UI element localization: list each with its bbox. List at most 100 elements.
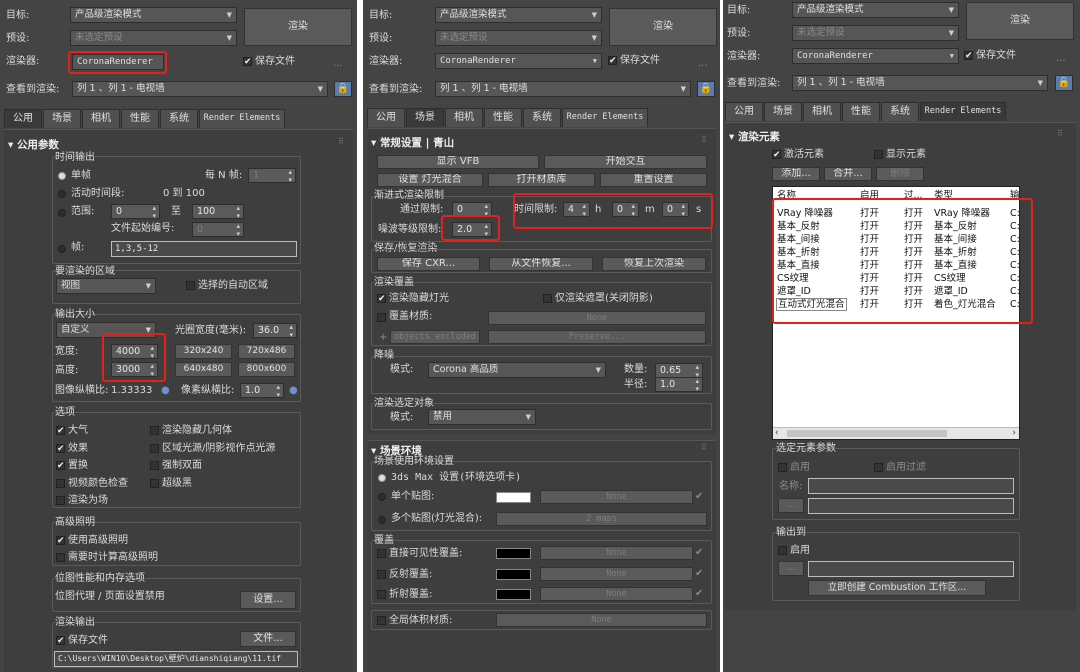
element-name-field[interactable] xyxy=(808,478,1014,494)
lock-icon[interactable]: 🔒 xyxy=(697,81,715,97)
refr-override-checkbox[interactable] xyxy=(377,590,386,599)
force-2sided-checkbox[interactable] xyxy=(150,461,159,470)
horizontal-scrollbar[interactable]: ‹ › xyxy=(773,427,1019,439)
renderer-dropdown[interactable]: CoronaRenderer ▼ xyxy=(792,48,959,64)
tab-common[interactable]: 公用 xyxy=(4,109,42,128)
enable-filter-checkbox[interactable] xyxy=(874,463,883,472)
lock-icon[interactable]: 🔒 xyxy=(1055,75,1073,91)
save-cxr-button[interactable]: 保存 CXR... xyxy=(377,257,480,271)
single-map-slot[interactable]: None xyxy=(540,490,693,504)
range-to-spinner[interactable]: 100 ▴ ▾ xyxy=(192,204,244,220)
radio-range[interactable] xyxy=(58,209,66,217)
target-dropdown[interactable]: 产品级渲染模式 ▼ xyxy=(70,7,237,23)
global-vol-slot[interactable]: None xyxy=(496,613,707,627)
target-dropdown[interactable]: 产品级渲染模式 ▼ xyxy=(792,2,959,18)
radio-multi-map[interactable] xyxy=(378,516,386,524)
more-dots[interactable]: ... xyxy=(333,58,343,70)
tab-camera[interactable]: 相机 xyxy=(445,108,483,127)
tab-performance[interactable]: 性能 xyxy=(842,102,880,121)
checkmark-icon[interactable]: ✔ xyxy=(695,588,703,600)
tab-system[interactable]: 系统 xyxy=(881,102,919,121)
area-lights-checkbox[interactable] xyxy=(150,444,159,453)
use-adv-checkbox[interactable]: ✔ xyxy=(56,536,65,546)
preset-640x480[interactable]: 640x480 xyxy=(175,362,232,377)
tab-camera[interactable]: 相机 xyxy=(82,109,120,128)
refl-override-checkbox[interactable] xyxy=(377,570,386,579)
save-file-checkbox[interactable]: ✔ xyxy=(243,57,252,67)
element-path-field[interactable] xyxy=(808,498,1014,514)
tab-common[interactable]: 公用 xyxy=(725,102,763,121)
browse-path-button[interactable]: ... xyxy=(778,498,804,513)
radio-single-map[interactable] xyxy=(378,493,386,501)
preset-dropdown[interactable]: 未选定预设 ▼ xyxy=(70,30,237,46)
displacement-checkbox[interactable]: ✔ xyxy=(56,461,65,471)
rollout-title[interactable]: ▾ 公用参数 xyxy=(8,137,59,152)
lock-px-icon[interactable]: ● xyxy=(289,385,298,397)
video-check-checkbox[interactable] xyxy=(56,479,65,488)
hidden-lights-checkbox[interactable]: ✔ xyxy=(377,294,386,304)
preset-720x486[interactable]: 720x486 xyxy=(238,344,295,359)
preset-320x240[interactable]: 320x240 xyxy=(175,344,232,359)
reset-settings-button[interactable]: 重置设置 xyxy=(600,173,707,187)
file-start-spinner[interactable]: 0 ▴ ▾ xyxy=(192,222,244,238)
refr-override-slot[interactable]: None xyxy=(540,587,693,601)
preset-dropdown[interactable]: 未选定预设 ▼ xyxy=(792,25,959,41)
super-black-checkbox[interactable] xyxy=(150,479,159,488)
mask-only-checkbox[interactable] xyxy=(543,294,552,303)
output-browse-button[interactable]: ... xyxy=(778,561,804,576)
view-dropdown[interactable]: 列 1 、列 1 - 电视墙 ▼ xyxy=(435,81,691,97)
output-enable-checkbox[interactable] xyxy=(778,546,787,555)
hidden-geo-checkbox[interactable] xyxy=(150,426,159,435)
tab-camera[interactable]: 相机 xyxy=(803,102,841,121)
range-from-spinner[interactable]: 0 ▴ ▾ xyxy=(111,204,160,220)
save-file-checkbox[interactable]: ✔ xyxy=(608,56,617,66)
lock-icon[interactable]: 🔒 xyxy=(334,81,352,97)
tab-system[interactable]: 系统 xyxy=(523,108,561,127)
need-adv-checkbox[interactable] xyxy=(56,553,65,562)
preset-dropdown[interactable]: 未选定预设 ▼ xyxy=(435,30,602,46)
refl-override-slot[interactable]: None xyxy=(540,567,693,581)
selected-mode-dropdown[interactable]: 禁用 ▼ xyxy=(428,409,536,425)
tab-common[interactable]: 公用 xyxy=(367,108,405,127)
radius-spinner[interactable]: 1.0 ▴ ▾ xyxy=(655,377,703,393)
set-lightmix-button[interactable]: 设置 灯光混合 xyxy=(377,173,483,187)
render-button[interactable]: 渲染 xyxy=(244,8,352,46)
view-dropdown[interactable]: 列 1 、列 1 - 电视墙 ▼ xyxy=(72,81,328,97)
checkmark-icon[interactable]: ✔ xyxy=(695,491,703,503)
more-dots[interactable]: ... xyxy=(1056,53,1066,65)
restore-file-button[interactable]: 从文件恢复... xyxy=(489,257,593,271)
arrow-right-icon[interactable]: › xyxy=(1012,428,1016,438)
plus-icon[interactable]: + xyxy=(379,332,387,344)
atmosphere-checkbox[interactable]: ✔ xyxy=(56,426,65,436)
show-vfb-button[interactable]: 显示 VFB xyxy=(377,155,539,169)
render-fields-checkbox[interactable] xyxy=(56,496,65,505)
restore-last-button[interactable]: 恢复上次渲染 xyxy=(602,257,706,271)
tab-scene[interactable]: 场景 xyxy=(764,102,802,121)
tab-render-elements[interactable]: Render Elements xyxy=(562,108,648,127)
radio-max-env[interactable] xyxy=(378,474,386,482)
checkmark-icon[interactable]: ✔ xyxy=(695,547,703,559)
tab-performance[interactable]: 性能 xyxy=(121,109,159,128)
checkmark-icon[interactable]: ✔ xyxy=(695,568,703,580)
preset-800x600[interactable]: 800x600 xyxy=(238,362,295,377)
output-path-field[interactable] xyxy=(808,561,1014,577)
auto-area-checkbox[interactable] xyxy=(186,281,195,290)
effects-checkbox[interactable]: ✔ xyxy=(56,444,65,454)
direct-override-checkbox[interactable] xyxy=(377,549,386,558)
radio-frames[interactable] xyxy=(58,245,66,253)
refr-override-color[interactable] xyxy=(496,589,531,600)
multi-map-slot[interactable]: 2 maps xyxy=(496,512,707,526)
denoise-mode-dropdown[interactable]: Corona 高品质 ▼ xyxy=(428,362,606,378)
merge-button[interactable]: 合并... xyxy=(824,167,872,181)
refl-override-color[interactable] xyxy=(496,569,531,580)
lock-aspect-icon[interactable]: ● xyxy=(161,385,170,397)
px-aspect-spinner[interactable]: 1.0 ▴ ▾ xyxy=(240,383,284,399)
setup-button[interactable]: 设置... xyxy=(240,591,296,609)
objects-excluded-button[interactable]: objects excluded xyxy=(390,330,480,344)
show-elements-checkbox[interactable] xyxy=(874,150,883,159)
direct-override-slot[interactable]: None xyxy=(540,546,693,560)
frames-input[interactable]: 1,3,5-12 xyxy=(111,241,297,257)
tab-render-elements[interactable]: Render Elements xyxy=(920,102,1006,121)
single-map-color[interactable] xyxy=(496,492,531,503)
render-button[interactable]: 渲染 xyxy=(609,8,717,46)
